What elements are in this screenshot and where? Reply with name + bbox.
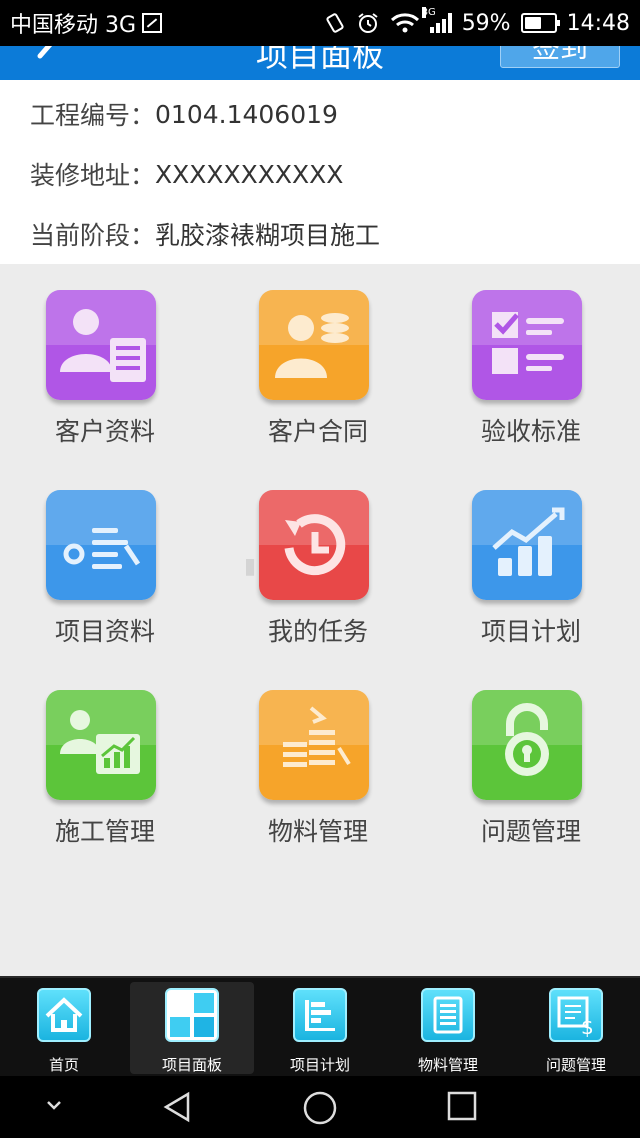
svg-text:$: $	[581, 1015, 594, 1039]
construction-management-icon	[46, 690, 156, 800]
project-plan-nav-icon	[293, 988, 347, 1042]
status-right: 3G 59% 14:48	[324, 7, 630, 36]
nav-item-issue[interactable]: $ 问题管理	[514, 982, 638, 1074]
grid-item-project-info[interactable]: 项目资料	[0, 464, 200, 654]
grid-label: 物料管理	[267, 817, 368, 846]
address-row: 装修地址： XXXXXXXXXXX	[30, 144, 610, 204]
alarm-icon	[358, 13, 378, 33]
grid-label: 问题管理	[480, 817, 581, 846]
battery-icon	[520, 13, 560, 33]
project-info: 工程编号： 0104.1406019 装修地址： XXXXXXXXXXX 当前阶…	[0, 80, 640, 264]
project-info-icon	[46, 490, 156, 600]
back-nav-icon[interactable]	[160, 1090, 194, 1124]
no-sim-icon	[142, 13, 163, 33]
battery-percent: 59%	[461, 10, 511, 36]
stage-value: 乳胶漆裱糊项目施工	[155, 221, 381, 250]
recents-nav-icon[interactable]	[446, 1090, 478, 1122]
project-panel-icon	[165, 988, 219, 1042]
grid-label: 我的任务	[267, 617, 368, 646]
grid-item-material-management[interactable]: 物料管理	[213, 664, 413, 854]
grid-item-my-tasks[interactable]: 我的任务	[213, 464, 413, 654]
grid-item-acceptance-standard[interactable]: 验收标准	[426, 264, 626, 454]
grid-label: 客户合同	[267, 417, 368, 446]
nav-item-home[interactable]: 首页	[2, 982, 126, 1074]
grid-label: 客户资料	[54, 417, 155, 446]
grid-label: 施工管理	[54, 817, 155, 846]
stage-row: 当前阶段： 乳胶漆裱糊项目施工	[30, 204, 610, 264]
nav-item-material[interactable]: 物料管理	[386, 982, 510, 1074]
status-bar: 中国移动 3G 3G 59% 14:48	[0, 0, 640, 46]
wifi-icon	[390, 13, 419, 33]
nav-item-project-plan[interactable]: 项目计划	[258, 982, 382, 1074]
project-no-label: 工程编号：	[30, 101, 156, 130]
grid-item-project-plan[interactable]: 项目计划	[426, 464, 626, 654]
grid-item-issue-management[interactable]: 问题管理	[426, 664, 626, 854]
material-nav-icon	[421, 988, 475, 1042]
material-management-icon	[259, 690, 369, 800]
app-screen: 中国移动 3G 3G 59% 14:48 项目面板 签到 工程编号： 0104.…	[0, 0, 640, 1138]
nav-item-project-panel[interactable]: 项目面板	[130, 982, 254, 1074]
grid-label: 项目计划	[480, 617, 581, 646]
grid-item-customer-contract[interactable]: 客户合同	[213, 264, 413, 454]
customer-contract-icon	[259, 290, 369, 400]
project-plan-icon	[472, 490, 582, 600]
address-value: XXXXXXXXXXX	[155, 159, 344, 189]
signin-button[interactable]: 签到	[500, 46, 620, 68]
stage-label: 当前阶段：	[30, 221, 156, 250]
network-type: 3G	[421, 7, 436, 18]
status-left: 中国移动 3G	[10, 7, 163, 39]
nav-label: 问题管理	[545, 1056, 606, 1074]
function-grid: 客户资料 客户合同 验收标准 项目资料 我的任务 项目计划 施工管理 物料管理 …	[0, 264, 640, 976]
acceptance-standard-icon	[472, 290, 582, 400]
hide-keyboard-icon[interactable]	[42, 1096, 66, 1116]
app-header: 项目面板 签到	[0, 46, 640, 80]
nav-label: 项目面板	[161, 1056, 222, 1074]
project-no-row: 工程编号： 0104.1406019	[30, 84, 610, 144]
grid-label: 验收标准	[480, 417, 581, 446]
nav-label: 物料管理	[417, 1056, 478, 1074]
project-no-value: 0104.1406019	[155, 99, 338, 129]
watermark: ▮	[244, 554, 257, 579]
home-nav-icon[interactable]	[302, 1090, 338, 1126]
home-icon	[37, 988, 91, 1042]
issue-nav-icon: $	[549, 988, 603, 1042]
grid-label: 项目资料	[54, 617, 155, 646]
bottom-nav: 首页 项目面板 项目计划 物料管理 $ 问题管理	[0, 976, 640, 1076]
my-tasks-icon	[259, 490, 369, 600]
system-nav-bar	[0, 1076, 640, 1138]
nav-label: 项目计划	[289, 1056, 350, 1074]
clock: 14:48	[566, 10, 630, 36]
nav-label: 首页	[48, 1056, 79, 1074]
signal-icon: 3G	[421, 7, 452, 33]
grid-item-customer-info[interactable]: 客户资料	[0, 264, 200, 454]
grid-item-construction-management[interactable]: 施工管理	[0, 664, 200, 854]
battery-fill	[524, 17, 542, 29]
customer-info-icon	[46, 290, 156, 400]
carrier-label: 中国移动 3G	[10, 13, 137, 38]
address-label: 装修地址：	[30, 161, 156, 190]
issue-management-icon	[472, 690, 582, 800]
vibrate-icon	[326, 13, 344, 33]
